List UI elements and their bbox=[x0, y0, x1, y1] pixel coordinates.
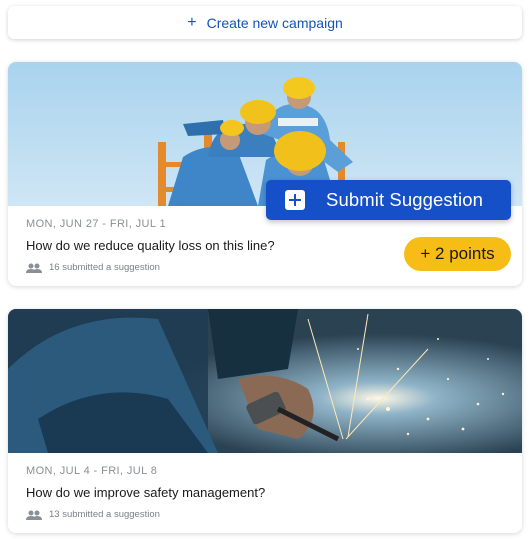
welder-sparks-photo bbox=[8, 309, 522, 453]
create-campaign-label: Create new campaign bbox=[206, 14, 343, 31]
campaign-date-range: MON, JUN 27 - FRI, JUL 1 bbox=[26, 218, 166, 230]
submit-suggestion-label: Submit Suggestion bbox=[326, 189, 483, 210]
submission-count: 16 submitted a suggestion bbox=[26, 262, 160, 273]
submission-count-label: 16 submitted a suggestion bbox=[49, 262, 160, 273]
campaign-question: How do we improve safety management? bbox=[26, 485, 266, 500]
people-icon bbox=[26, 263, 42, 273]
campaign-question: How do we reduce quality loss on this li… bbox=[26, 238, 275, 253]
points-badge: + 2 points bbox=[404, 237, 511, 271]
submit-suggestion-button[interactable]: Submit Suggestion bbox=[266, 180, 511, 220]
campaign-date-range: MON, JUL 4 - FRI, JUL 8 bbox=[26, 465, 158, 477]
people-icon bbox=[26, 510, 42, 520]
campaign-card-body: MON, JUL 4 - FRI, JUL 8 How do we improv… bbox=[8, 453, 522, 533]
campaign-card[interactable]: MON, JUL 4 - FRI, JUL 8 How do we improv… bbox=[8, 309, 522, 533]
create-campaign-button[interactable]: + Create new campaign bbox=[8, 6, 522, 39]
submission-count-label: 13 submitted a suggestion bbox=[49, 509, 160, 520]
campaign-list: + Create new campaign MON, JUN 27 - FRI,… bbox=[0, 0, 531, 539]
plus-box-icon bbox=[285, 190, 305, 210]
plus-icon: + bbox=[187, 13, 197, 31]
submission-count: 13 submitted a suggestion bbox=[26, 509, 160, 520]
